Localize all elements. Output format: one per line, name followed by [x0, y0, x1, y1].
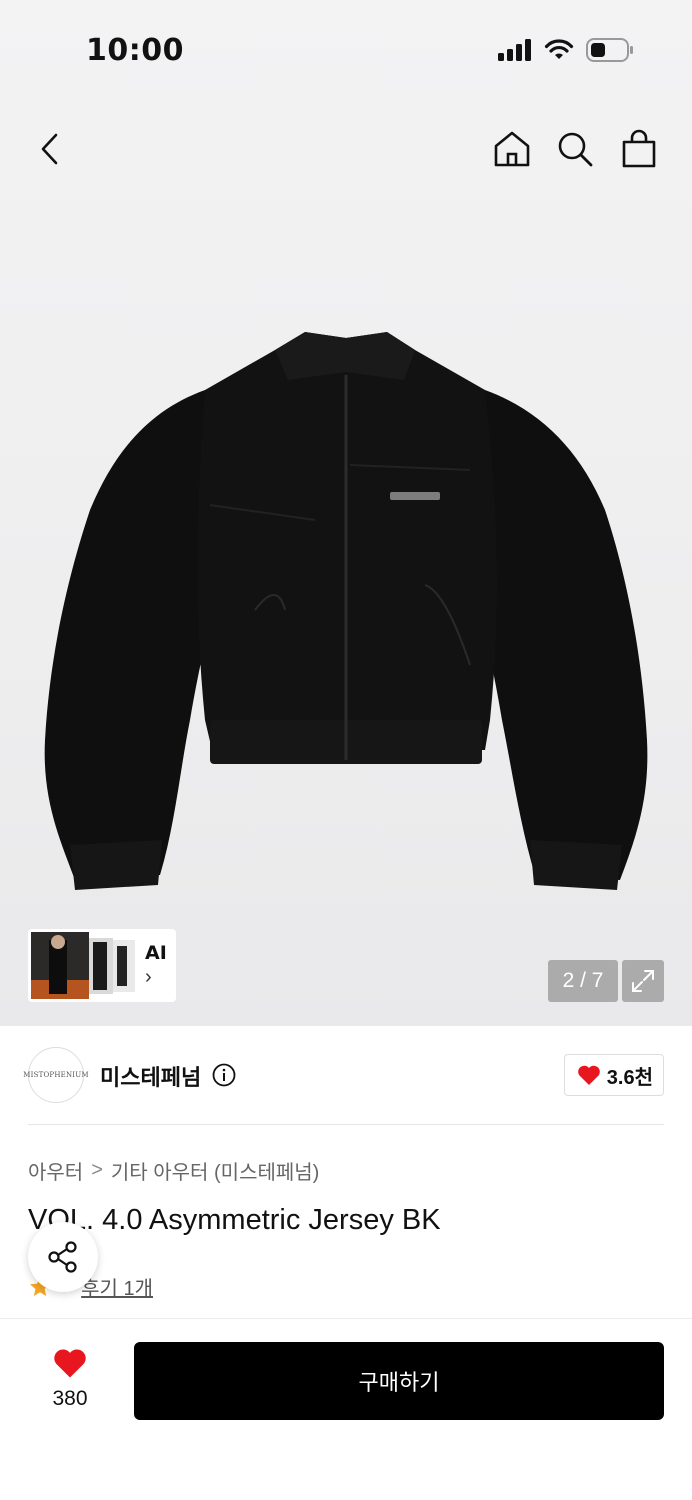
back-button[interactable] — [28, 127, 72, 171]
bottom-action-bar: 380 구매하기 — [0, 1318, 692, 1500]
buy-button[interactable]: 구매하기 — [134, 1342, 664, 1420]
wishlist-count: 380 — [52, 1387, 88, 1410]
breadcrumb-category[interactable]: 아우터 — [28, 1156, 83, 1185]
status-time: 10:00 — [86, 33, 184, 68]
heart-icon — [54, 1349, 86, 1378]
search-icon — [558, 132, 593, 167]
brand-row: MISTOPHENIUM 미스테페넘 3.6천 — [23, 1045, 664, 1105]
page-counter: 2 / 7 — [548, 960, 618, 1002]
wifi-icon — [544, 39, 574, 59]
cart-button[interactable] — [617, 127, 661, 171]
shopping-bag-icon — [622, 129, 656, 168]
product-gallery[interactable]: 10:00 AI › 2 / 7 — [0, 0, 692, 1026]
ai-lookbook-card[interactable]: AI › — [28, 929, 176, 1002]
expand-button[interactable] — [622, 960, 664, 1002]
brand-like-button[interactable]: 3.6천 — [563, 1054, 664, 1096]
lookbook-thumbnails — [31, 932, 139, 999]
lookbook-thumbnail-image — [31, 932, 135, 999]
home-button[interactable] — [490, 127, 534, 171]
product-title: VOL. 4.0 Asymmetric Jersey BK — [28, 1204, 441, 1236]
share-icon — [48, 1241, 77, 1273]
ai-label: AI — [145, 942, 167, 964]
brand-like-count: 3.6천 — [606, 1066, 653, 1089]
back-arrow-icon — [41, 133, 58, 165]
top-nav — [0, 115, 692, 185]
breadcrumb-subcategory[interactable]: 기타 아우터 (미스테페넘) — [111, 1156, 319, 1185]
battery-icon — [586, 38, 633, 62]
home-icon — [494, 131, 530, 167]
chevron-right-icon: > — [91, 1159, 103, 1181]
wishlist-button[interactable]: 380 — [36, 1347, 104, 1411]
expand-icon — [632, 970, 654, 992]
status-bar: 10:00 — [0, 0, 692, 100]
signal-icon — [498, 39, 531, 61]
product-image[interactable] — [30, 320, 662, 910]
heart-icon — [577, 1065, 600, 1085]
divider — [28, 1124, 664, 1125]
share-button[interactable] — [28, 1222, 98, 1292]
brand-name[interactable]: 미스테페넘 — [100, 1060, 201, 1092]
info-icon[interactable] — [212, 1063, 236, 1087]
status-icons — [498, 38, 634, 62]
brand-logo[interactable]: MISTOPHENIUM — [23, 1047, 89, 1103]
breadcrumb: 아우터 > 기타 아우터 (미스테페넘) — [28, 1156, 319, 1185]
search-button[interactable] — [553, 127, 597, 171]
chevron-right-icon: › — [145, 966, 152, 988]
